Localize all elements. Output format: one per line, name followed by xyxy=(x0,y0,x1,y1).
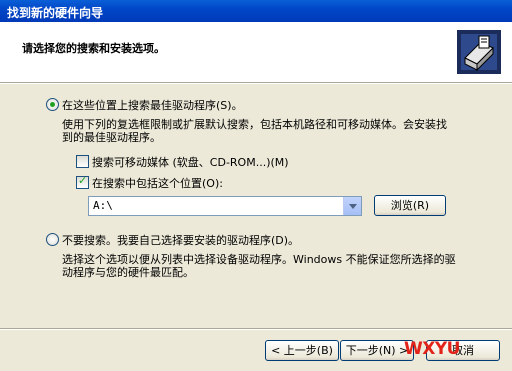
manual-select-radio[interactable] xyxy=(46,233,59,246)
include-location-label[interactable]: 在搜索中包括这个位置(O): xyxy=(92,175,223,191)
header-divider xyxy=(0,82,512,84)
browse-button[interactable]: 浏览(R) xyxy=(374,195,446,216)
title-bar[interactable]: 找到新的硬件向导 xyxy=(0,0,512,22)
manual-description-line2: 动程序与您的硬件最匹配。 xyxy=(62,266,194,279)
hardware-wizard-icon xyxy=(457,30,501,74)
wizard-window: 找到新的硬件向导 请选择您的搜索和安装选项。 在这些位置上搜索最佳驱动程序(S)… xyxy=(0,0,512,371)
manual-select-label[interactable]: 不要搜索。我要自己选择要安装的驱动程序(D)。 xyxy=(62,232,299,248)
search-description-line2: 到的最佳驱动程序。 xyxy=(62,131,161,144)
next-button[interactable]: 下一步(N) > xyxy=(340,340,414,361)
include-location-checkbox[interactable] xyxy=(76,174,89,189)
manual-description-line1: 选择这个选项以便从列表中选择设备驱动程序。Windows 不能保证您所选择的驱 xyxy=(62,253,456,266)
search-description-line1: 使用下列的复选框限制或扩展默认搜索，包括本机路径和可移动媒体。会安装找 xyxy=(62,118,447,131)
removable-media-checkbox[interactable] xyxy=(76,155,89,168)
header-title: 请选择您的搜索和安装选项。 xyxy=(22,42,165,55)
search-locations-radio[interactable] xyxy=(46,98,59,111)
footer-divider xyxy=(0,328,512,330)
window-title: 找到新的硬件向导 xyxy=(7,6,104,20)
location-combobox[interactable]: A:\ xyxy=(88,196,362,216)
removable-media-label[interactable]: 搜索可移动媒体 (软盘、CD-ROM...)(M) xyxy=(92,154,289,170)
watermark-logo: WXYU xyxy=(404,339,460,359)
location-value: A:\ xyxy=(93,199,113,212)
search-locations-label[interactable]: 在这些位置上搜索最佳驱动程序(S)。 xyxy=(62,97,243,113)
chevron-down-icon[interactable] xyxy=(343,197,361,215)
back-button[interactable]: < 上一步(B) xyxy=(265,340,339,361)
wizard-header: 请选择您的搜索和安装选项。 xyxy=(0,22,512,82)
